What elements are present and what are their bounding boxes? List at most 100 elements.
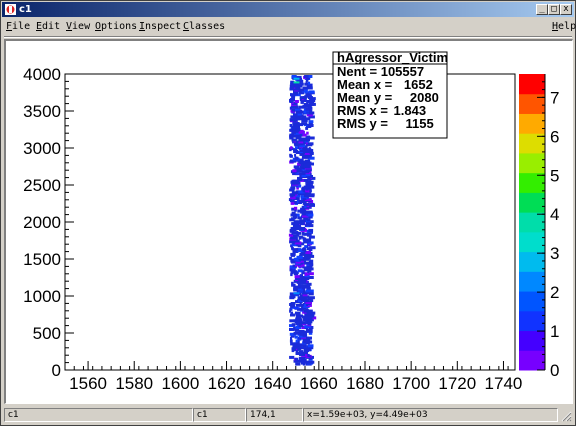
data-cell — [292, 342, 295, 346]
data-cell — [293, 77, 300, 80]
data-cell — [306, 131, 309, 135]
data-cell — [303, 86, 309, 90]
data-cell — [308, 228, 314, 232]
palette-band — [519, 251, 545, 272]
palette-band — [519, 93, 545, 114]
y-tick-label: 500 — [33, 324, 61, 343]
data-cell — [289, 256, 292, 260]
data-cell — [308, 120, 314, 124]
data-cell — [289, 355, 295, 359]
close-button[interactable]: x — [560, 4, 572, 15]
data-cell — [301, 122, 308, 126]
x-tick-label: 1560 — [69, 374, 107, 393]
maximize-button[interactable]: □ — [548, 4, 560, 15]
menu-view[interactable]: View — [66, 21, 90, 32]
data-cell — [298, 350, 304, 354]
menu-classes[interactable]: Classes — [183, 21, 225, 32]
data-cell — [289, 87, 293, 91]
x-tick-label: 1740 — [485, 374, 523, 393]
y-tick-label: 1000 — [23, 287, 61, 306]
palette-band — [519, 74, 545, 95]
title-bar[interactable]: c1 _ □ x — [2, 2, 574, 17]
data-cell — [290, 302, 296, 305]
data-cell — [297, 269, 303, 273]
data-cell — [305, 289, 313, 293]
data-cell — [303, 102, 309, 106]
root-app-icon[interactable] — [5, 4, 16, 15]
palette-band — [519, 113, 545, 134]
data-cell — [289, 153, 292, 157]
data-cell — [307, 360, 315, 364]
z-tick-label: 5 — [550, 166, 559, 185]
data-cell — [295, 362, 301, 366]
data-cell — [307, 86, 313, 90]
histogram-canvas[interactable]: 1560 1580 1600 1620 1640 1660 1680 1700 1720 1740… — [6, 41, 572, 403]
stats-line-rms-y: RMS y = 1155 — [337, 116, 434, 131]
x-tick-label: 1580 — [115, 374, 153, 393]
palette-band — [519, 152, 545, 174]
x-tick-label: 1660 — [300, 374, 338, 393]
data-cell — [293, 206, 298, 210]
x-tick-label: 1600 — [161, 374, 199, 393]
data-cell — [291, 179, 296, 183]
data-cell — [299, 274, 303, 278]
data-cell — [291, 323, 296, 327]
minimize-button[interactable]: _ — [536, 4, 548, 15]
data-cell — [296, 230, 299, 234]
menu-edit[interactable]: Edit — [36, 21, 60, 32]
data-cell — [304, 245, 308, 249]
data-cell — [306, 142, 314, 146]
data-cell — [307, 81, 311, 85]
data-cell — [309, 202, 315, 206]
data-cell — [293, 81, 300, 84]
z-tick-label: 4 — [550, 205, 559, 224]
palette-band — [519, 271, 545, 292]
y-tick-label: 3500 — [23, 102, 61, 121]
status-coordinates: x=1.59e+03, y=4.49e+03 — [303, 408, 558, 422]
color-palette — [519, 74, 545, 371]
y-tick-label: 4000 — [23, 65, 61, 84]
data-cell — [294, 357, 299, 361]
menu-options[interactable]: Options — [95, 21, 137, 32]
z-tick-label: 6 — [550, 127, 559, 146]
data-cell — [293, 292, 300, 295]
root-canvas-window: c1 _ □ x File Edit View Options Inspect … — [0, 0, 576, 426]
data-cell — [289, 124, 293, 127]
data-cell — [306, 210, 313, 214]
status-canvas: c1 — [193, 408, 246, 422]
palette-band — [519, 231, 545, 253]
menu-inspect[interactable]: Inspect — [139, 21, 181, 32]
x-tick-label: 1680 — [346, 374, 384, 393]
data-cell — [295, 311, 301, 315]
palette-band — [519, 291, 545, 312]
data-cell — [291, 281, 294, 285]
data-cell — [290, 93, 293, 97]
data-cell — [294, 100, 299, 103]
menu-bar: File Edit View Options Inspect Classes H… — [2, 18, 576, 36]
menu-help[interactable]: Help — [552, 21, 576, 32]
stats-title: hAgressor_Victim — [337, 50, 448, 65]
data-cell — [303, 178, 309, 182]
z-tick-label: 2 — [550, 283, 559, 302]
data-cell — [298, 200, 303, 203]
data-cell — [307, 124, 310, 127]
data-cell — [301, 231, 305, 235]
data-cell — [309, 259, 314, 263]
data-cell — [294, 335, 298, 339]
z-tick-label: 1 — [550, 322, 559, 341]
stats-box[interactable]: hAgressor_Victim Nent = 105557 Mean x = … — [332, 50, 448, 139]
data-cell — [309, 189, 312, 193]
status-pixel: 174,1 — [246, 408, 303, 422]
menu-file[interactable]: File — [6, 21, 30, 32]
y-tick-label: 1500 — [23, 250, 61, 269]
window-title: c1 — [19, 4, 32, 15]
menu-separator — [4, 36, 572, 38]
data-cell — [308, 296, 315, 300]
resize-grip-icon[interactable] — [560, 410, 572, 422]
x-tick-label: 1640 — [254, 374, 292, 393]
y-tick-label: 2500 — [23, 176, 61, 195]
data-cell — [307, 344, 314, 348]
data-cell — [290, 146, 293, 150]
data-cell — [306, 336, 312, 340]
y-tick-label: 0 — [52, 361, 61, 380]
